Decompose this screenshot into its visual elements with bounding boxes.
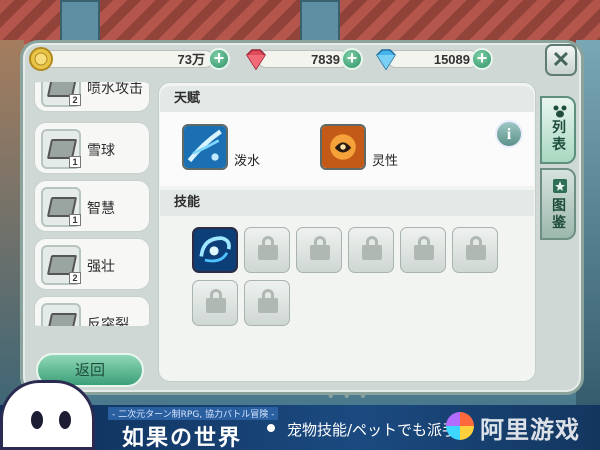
skill-book-slot: 1 xyxy=(41,129,81,169)
skill-book-name: 反突裂 xyxy=(87,317,129,326)
info-icon[interactable]: i xyxy=(495,120,523,148)
red-gem-amount: 7839 xyxy=(257,50,349,68)
skill-book-slot: 2 xyxy=(41,82,81,107)
lock-icon xyxy=(258,289,278,313)
skill-book-slot: 1 xyxy=(41,187,81,227)
water-swirl-icon[interactable] xyxy=(192,227,238,273)
locked-skill-slot[interactable] xyxy=(192,280,238,326)
talent-label-spirit: 灵性 xyxy=(372,154,399,169)
watermark-logo-icon xyxy=(446,412,474,440)
skill-book-slot: 2 xyxy=(41,245,81,285)
tab-list-label: 列表 xyxy=(552,120,566,153)
skill-book-level: 1 xyxy=(69,214,81,226)
skill-book-name: 雪球 xyxy=(87,143,115,159)
skill-book-item[interactable]: 1 雪球 xyxy=(34,122,150,174)
banner-caption: 宠物技能/ペットでも派手 xyxy=(287,421,458,439)
skill-book-slot xyxy=(41,303,81,326)
locked-skill-slot[interactable] xyxy=(244,227,290,273)
skill-book-icon xyxy=(46,313,78,326)
background-tower xyxy=(60,0,100,44)
lock-icon xyxy=(466,236,486,260)
skill-book-name: 强壮 xyxy=(87,259,115,275)
skill-book-level: 1 xyxy=(69,156,81,168)
skill-book-item[interactable]: 2 强壮 xyxy=(34,238,150,290)
skill-book-list[interactable]: 2 喷水攻击 1 雪球 1 智慧 2 强壮 反突裂 xyxy=(28,82,154,326)
locked-skill-slot[interactable] xyxy=(244,280,290,326)
skill-book-level: 2 xyxy=(69,94,81,106)
talent-label-splash: 泼水 xyxy=(234,154,261,169)
add-gold-button[interactable]: + xyxy=(208,48,230,70)
blue-gem-amount: 15089 xyxy=(387,50,479,68)
skills-heading: 技能 xyxy=(160,190,534,216)
mascot-image xyxy=(0,380,95,450)
lock-icon xyxy=(310,236,330,260)
lock-icon xyxy=(206,289,226,313)
lock-icon xyxy=(362,236,382,260)
skill-book-level: 2 xyxy=(69,272,81,284)
water-splash-icon[interactable] xyxy=(182,124,228,170)
tab-collection[interactable]: 图鉴 xyxy=(540,168,576,240)
banner-subtitle: - 二次元ターン制RPG, 協力バトル冒険 - xyxy=(108,407,279,420)
locked-skill-slot[interactable] xyxy=(400,227,446,273)
close-button[interactable]: ✕ xyxy=(545,44,577,76)
red-diamond-icon xyxy=(246,49,266,71)
add-red-gem-button[interactable]: + xyxy=(341,48,363,70)
locked-skill-slot[interactable] xyxy=(452,227,498,273)
talent-heading: 天赋 xyxy=(160,86,534,112)
lock-icon xyxy=(258,236,278,260)
gold-resource: 73万 + xyxy=(28,47,233,71)
gold-coin-icon xyxy=(29,47,53,71)
locked-skill-slot[interactable] xyxy=(348,227,394,273)
locked-skill-slot[interactable] xyxy=(296,227,342,273)
skill-book-item[interactable]: 1 智慧 xyxy=(34,180,150,232)
red-gem-resource: 7839 + xyxy=(243,48,363,71)
skill-book-name: 喷水攻击 xyxy=(87,82,143,97)
page-indicator: • • • xyxy=(328,388,369,405)
blue-diamond-icon xyxy=(376,49,396,71)
banner-title: 如果の世界 xyxy=(122,425,243,450)
tab-list[interactable]: 列表 xyxy=(540,96,576,164)
tab-collection-label: 图鉴 xyxy=(552,198,566,231)
paw-icon xyxy=(553,105,567,118)
bullet-icon xyxy=(267,424,275,432)
watermark-text: 阿里游戏 xyxy=(480,416,580,444)
mascot-eye xyxy=(59,411,71,429)
star-book-icon xyxy=(553,179,567,193)
background-tower xyxy=(300,0,340,44)
gold-amount: 73万 xyxy=(42,50,214,68)
blue-gem-resource: 15089 + xyxy=(373,48,493,71)
skill-book-item[interactable]: 反突裂 xyxy=(34,296,150,326)
skill-book-name: 智慧 xyxy=(87,201,115,217)
spirit-icon[interactable] xyxy=(320,124,366,170)
add-blue-gem-button[interactable]: + xyxy=(471,48,493,70)
mascot-eye xyxy=(31,411,43,429)
lock-icon xyxy=(414,236,434,260)
resource-bar: 73万 + 7839 + 15089 + xyxy=(28,44,548,74)
skill-book-item[interactable]: 2 喷水攻击 xyxy=(34,82,150,112)
